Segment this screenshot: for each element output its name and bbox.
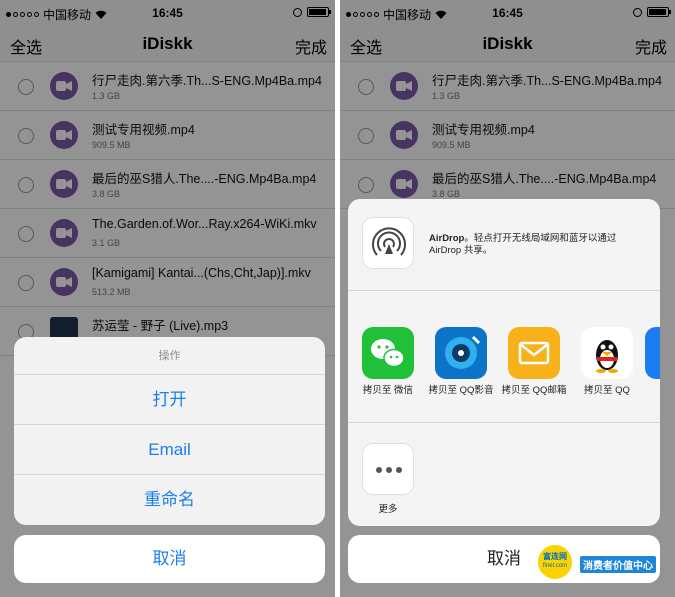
airdrop-title: AirDrop — [429, 233, 465, 244]
action-sheet-title: 操作 — [14, 337, 325, 375]
share-sheet: AirDrop。轻点打开无线局域网和蓝牙以通过 AirDrop 共享。 拷贝至 … — [348, 199, 660, 526]
share-app-wechat[interactable]: 拷贝至 微信 — [355, 327, 421, 397]
watermark-logo: 富连网 flnet.com — [536, 543, 574, 581]
cancel-button[interactable]: 取消 — [14, 535, 325, 583]
share-app-label: 拷贝至 QQ — [584, 385, 630, 396]
watermark-logo-bottom: flnet.com — [542, 563, 568, 569]
right-screen: 中国移动 16:45 全选 iDiskk 完成 行尸走肉.第六季.Th...S-… — [340, 0, 675, 597]
email-button[interactable]: Email — [14, 425, 325, 475]
action-sheet: 操作 打开 Email 重命名 — [14, 337, 325, 525]
left-screen: 中国移动 16:45 全选 iDiskk 完成 行尸走肉.第六季.Th...S-… — [0, 0, 335, 597]
share-app-label: 拷贝至 QQ邮箱 — [501, 385, 567, 396]
more-action[interactable]: 更多 — [362, 443, 414, 515]
rename-button[interactable]: 重命名 — [14, 475, 325, 525]
share-app-label: 拷贝至 QQ影音 — [428, 385, 494, 396]
share-app-partial[interactable]: 拷贝 — [638, 327, 660, 397]
airdrop-icon[interactable] — [362, 217, 414, 269]
share-app-qq[interactable]: 拷贝至 QQ — [574, 327, 640, 397]
share-apps-row: 拷贝至 微信 拷贝至 QQ影音 拷贝至 QQ邮箱 拷贝至 QQ — [348, 291, 660, 423]
app-icon — [645, 327, 660, 379]
share-app-label: 拷贝至 微信 — [362, 385, 414, 396]
qq-player-icon — [435, 327, 487, 379]
open-button[interactable]: 打开 — [14, 375, 325, 425]
airdrop-section: AirDrop。轻点打开无线局域网和蓝牙以通过 AirDrop 共享。 — [348, 199, 660, 291]
share-app-label: 拷贝 — [638, 385, 660, 397]
qq-penguin-icon — [581, 327, 633, 379]
wechat-icon — [362, 327, 414, 379]
more-label: 更多 — [378, 504, 398, 515]
share-app-qq-player[interactable]: 拷贝至 QQ影音 — [428, 327, 494, 397]
qq-mail-icon — [508, 327, 560, 379]
watermark-logo-top: 富连网 — [543, 552, 567, 561]
share-app-qq-mail[interactable]: 拷贝至 QQ邮箱 — [501, 327, 567, 397]
more-dots-icon — [362, 443, 414, 495]
watermark-text: 消费者价值中心 — [580, 556, 656, 573]
